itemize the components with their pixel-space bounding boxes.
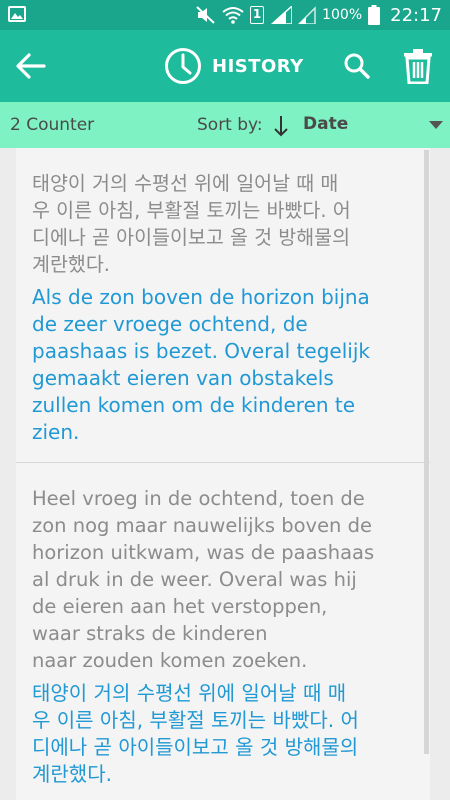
translation-text: 태양이 거의 수평선 위에 일어날 때 매 우 이른 아침, 부활절 토끼는 바… <box>32 681 359 786</box>
search-icon <box>344 53 370 79</box>
sort-by-label: Sort by: <box>197 115 263 135</box>
translation-text: Als de zon boven de horizon bijna de zee… <box>32 285 370 444</box>
sim-badge: 1 <box>250 6 265 24</box>
app-bar: HISTORY <box>0 30 450 102</box>
history-list[interactable]: 태양이 거의 수평선 위에 일어날 때 매 우 이른 아침, 부활절 토끼는 바… <box>16 148 430 800</box>
search-button[interactable] <box>343 52 371 80</box>
item-counter: 2 Counter <box>10 115 95 135</box>
scrollbar[interactable] <box>424 150 429 754</box>
back-button[interactable] <box>14 50 48 82</box>
back-arrow-icon <box>16 53 46 79</box>
sort-value[interactable]: Date <box>303 114 348 134</box>
page-title: HISTORY <box>212 55 304 77</box>
gallery-notification-icon <box>8 6 26 22</box>
sort-direction-icon[interactable] <box>272 114 290 138</box>
clock-icon <box>165 48 201 84</box>
battery-percent: 100% <box>322 7 363 23</box>
wifi-icon <box>222 7 244 24</box>
status-icons: 1 100% 22:17 <box>196 0 442 30</box>
list-item[interactable]: Heel vroeg in de ochtend, toen de zon no… <box>16 463 430 800</box>
trash-icon <box>404 49 432 85</box>
mute-icon <box>196 6 215 24</box>
title-group: HISTORY <box>164 46 304 86</box>
chevron-down-icon[interactable] <box>429 121 443 130</box>
delete-history-button[interactable] <box>402 48 434 85</box>
signal-2-icon <box>298 6 316 24</box>
list-item[interactable]: 태양이 거의 수평선 위에 일어날 때 매 우 이른 아침, 부활절 토끼는 바… <box>16 148 430 463</box>
signal-icon <box>270 6 293 24</box>
sort-toolbar: 2 Counter Sort by: Date <box>0 102 450 148</box>
battery-icon <box>368 5 381 25</box>
source-text: Heel vroeg in de ochtend, toen de zon no… <box>32 487 375 672</box>
source-text: 태양이 거의 수평선 위에 일어날 때 매 우 이른 아침, 부활절 토끼는 바… <box>32 172 351 276</box>
clock: 22:17 <box>390 4 442 26</box>
status-bar: 1 100% 22:17 <box>0 0 450 30</box>
